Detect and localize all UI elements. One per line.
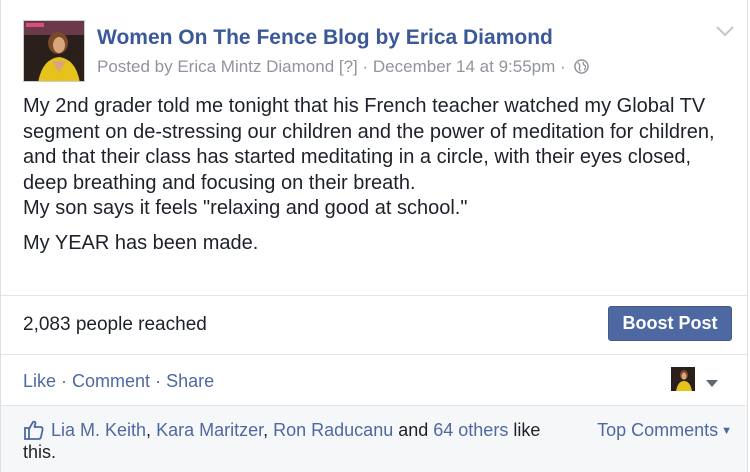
actions-bar: Like · Comment · Share — [1, 355, 747, 405]
globe-icon[interactable] — [574, 59, 590, 79]
top-comments-label: Top Comments — [597, 420, 719, 440]
avatar-image — [24, 21, 84, 81]
post-meta: Posted by Erica Mintz Diamond [?] · Dece… — [97, 57, 590, 79]
likes-comma: , — [263, 420, 274, 440]
likes-summary: Lia M. Keith, Kara Maritzer, Ron Raducan… — [1, 406, 747, 472]
post-paragraph: My 2nd grader told me tonight that his F… — [23, 95, 715, 194]
page-name-link[interactable]: Women On The Fence Blog by Erica Diamond — [97, 26, 553, 50]
reach-count[interactable]: 2,083 people reached — [23, 314, 207, 336]
likes-suffix-end: this. — [23, 442, 57, 462]
others-link[interactable]: 64 others — [433, 420, 508, 440]
caret-down-icon: ▼ — [721, 425, 732, 437]
post-body: My 2nd grader told me tonight that his F… — [23, 94, 733, 256]
caret-down-icon[interactable] — [705, 375, 719, 387]
page-avatar[interactable] — [23, 20, 85, 82]
likes-comma: , — [146, 420, 157, 440]
likers-text: Lia M. Keith, Kara Maritzer, Ron Raducan… — [23, 419, 571, 463]
top-comments-dropdown[interactable]: Top Comments ▼ — [597, 420, 732, 441]
comment-link[interactable]: Comment — [72, 371, 150, 391]
post-header: Women On The Fence Blog by Erica Diamond… — [1, 0, 747, 90]
post-paragraph: My son says it feels "relaxing and good … — [23, 197, 468, 219]
facebook-post: Women On The Fence Blog by Erica Diamond… — [0, 0, 748, 472]
liker-link[interactable]: Kara Maritzer — [156, 420, 263, 440]
help-marker[interactable]: [?] — [334, 57, 358, 76]
actor-avatar[interactable] — [671, 367, 695, 391]
poster-name[interactable]: Erica Mintz Diamond — [177, 57, 334, 76]
likes-suffix: like — [508, 420, 541, 440]
post-closing-line: My YEAR has been made. — [23, 231, 259, 254]
liker-link[interactable]: Lia M. Keith — [51, 420, 146, 440]
liker-link[interactable]: Ron Raducanu — [273, 420, 393, 440]
like-link[interactable]: Like — [23, 371, 56, 391]
boost-post-button[interactable]: Boost Post — [608, 306, 732, 341]
meta-separator: · — [357, 57, 373, 76]
insights-bar: 2,083 people reached Boost Post — [1, 296, 747, 354]
action-separator: · — [56, 371, 73, 391]
thumbs-up-icon — [23, 419, 45, 441]
meta-separator: · — [555, 57, 571, 76]
action-links: Like · Comment · Share — [23, 371, 214, 392]
likes-and: and — [393, 420, 434, 440]
chevron-down-icon[interactable] — [715, 24, 735, 38]
share-link[interactable]: Share — [166, 371, 214, 391]
action-separator: · — [150, 371, 167, 391]
posted-by-prefix: Posted by — [97, 57, 178, 76]
post-timestamp[interactable]: December 14 at 9:55pm — [373, 57, 555, 76]
